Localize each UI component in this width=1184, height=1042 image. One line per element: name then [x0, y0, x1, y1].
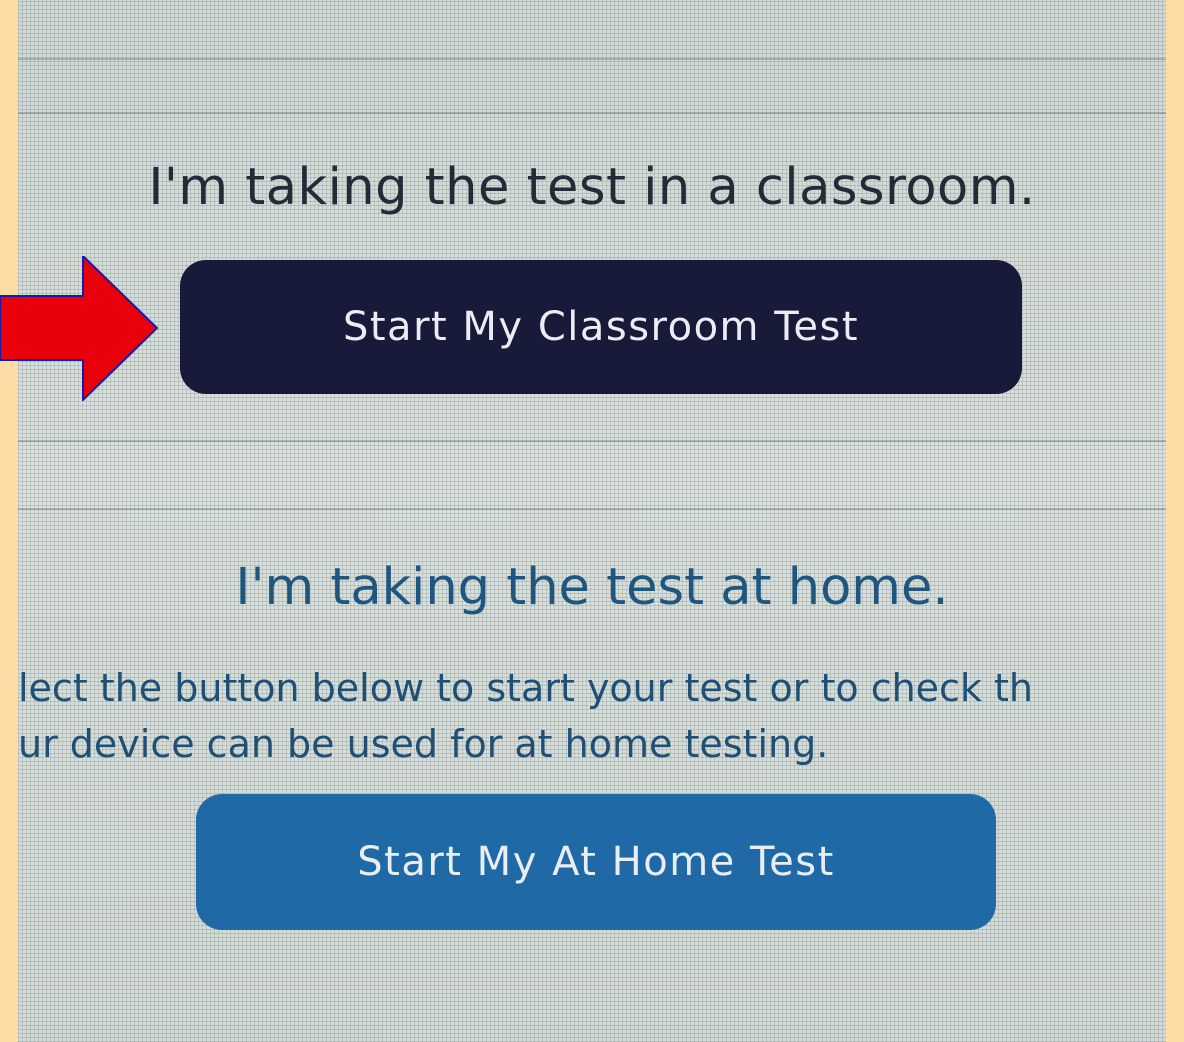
start-home-test-label: Start My At Home Test: [357, 839, 835, 885]
start-home-test-button[interactable]: Start My At Home Test: [196, 794, 996, 930]
screen-scanline: [18, 112, 1166, 114]
screen-scanline: [18, 440, 1166, 442]
right-arrow-icon: [0, 256, 159, 401]
classroom-heading: I'm taking the test in a classroom.: [148, 158, 1036, 217]
start-classroom-test-label: Start My Classroom Test: [342, 304, 860, 350]
screen-photo: I'm taking the test in a classroom. Star…: [18, 0, 1166, 1042]
home-instruction-line-1: lect the button below to start your test…: [18, 666, 1034, 710]
start-classroom-test-button[interactable]: Start My Classroom Test: [180, 260, 1022, 394]
screen-scanline: [18, 508, 1166, 510]
home-heading: I'm taking the test at home.: [235, 558, 949, 617]
arrow-shape: [0, 256, 159, 401]
home-instructions: lect the button below to start your test…: [18, 660, 1166, 772]
screen-scanline: [18, 58, 1166, 60]
home-instruction-line-2: ur device can be used for at home testin…: [18, 722, 829, 766]
